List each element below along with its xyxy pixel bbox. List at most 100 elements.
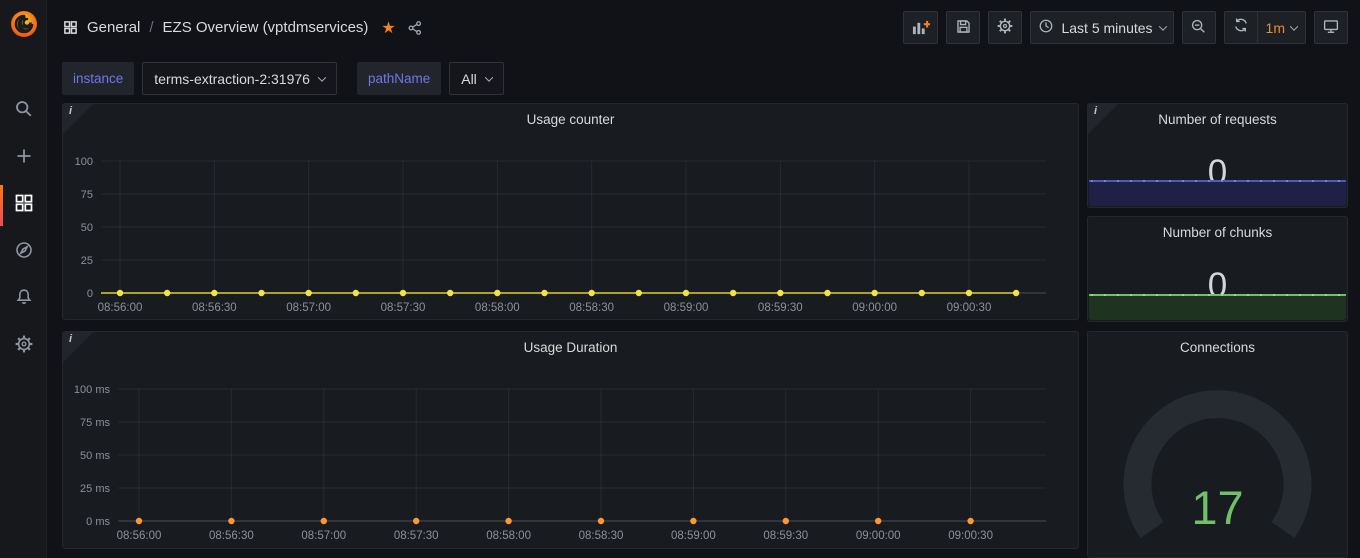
svg-text:08:57:00: 08:57:00 — [286, 302, 331, 314]
star-icon[interactable]: ★ — [381, 18, 395, 38]
refresh-interval-label: 1m — [1266, 20, 1285, 36]
info-icon: i — [69, 333, 72, 345]
plus-icon — [14, 146, 34, 171]
svg-text:08:56:00: 08:56:00 — [98, 302, 143, 314]
svg-text:08:57:30: 08:57:30 — [381, 302, 426, 314]
svg-text:100: 100 — [75, 156, 93, 168]
alerting-bell-icon — [14, 287, 34, 312]
template-variables-row: instance terms-extraction-2:31976 pathNa… — [62, 62, 504, 95]
grafana-app: General / EZS Overview (vptdmservices) ★ — [0, 0, 1360, 558]
variable-pathname-value: All — [461, 71, 477, 87]
time-range-label: Last 5 minutes — [1061, 20, 1152, 36]
svg-text:50: 50 — [81, 222, 93, 234]
search-icon — [14, 99, 34, 124]
panel-info-corner[interactable]: i — [63, 332, 93, 362]
svg-text:0 ms: 0 ms — [86, 516, 110, 528]
sidebar-item-dashboards[interactable] — [0, 182, 47, 229]
svg-text:25 ms: 25 ms — [80, 483, 110, 495]
stat-sparkline — [1089, 294, 1346, 320]
refresh-interval-dropdown[interactable]: 1m — [1257, 12, 1305, 43]
gauge-value: 17 — [1088, 480, 1347, 535]
svg-text:0: 0 — [87, 288, 93, 300]
panel-title[interactable]: Number of requests — [1088, 104, 1347, 134]
svg-text:08:58:30: 08:58:30 — [579, 530, 624, 542]
top-navbar: General / EZS Overview (vptdmservices) ★ — [47, 0, 1360, 55]
svg-text:08:59:30: 08:59:30 — [758, 302, 803, 314]
zoom-out-time-button[interactable] — [1182, 11, 1216, 44]
info-icon: i — [69, 105, 72, 117]
chevron-down-icon — [1158, 22, 1166, 30]
svg-text:08:56:00: 08:56:00 — [117, 530, 162, 542]
chevron-down-icon — [485, 73, 493, 81]
usage-counter-chart[interactable]: 0 25 50 75 100 08:56:00 08:56:30 08:57:00 08:57:… — [63, 104, 1078, 319]
refresh-button[interactable] — [1225, 12, 1257, 43]
svg-text:08:59:30: 08:59:30 — [763, 530, 808, 542]
grafana-logo-icon[interactable] — [0, 0, 47, 47]
sidebar-item-explore[interactable] — [0, 229, 47, 276]
svg-text:75: 75 — [81, 189, 93, 201]
breadcrumb-section[interactable]: General — [87, 19, 140, 36]
panel-title[interactable]: Connections — [1088, 332, 1347, 362]
cycle-view-mode-button[interactable] — [1314, 11, 1348, 44]
time-range-picker[interactable]: Last 5 minutes — [1030, 11, 1173, 44]
variable-pathname-dropdown[interactable]: All — [449, 62, 504, 95]
variable-pathname-label: pathName — [357, 62, 441, 95]
refresh-picker: 1m — [1224, 11, 1306, 44]
dashboards-icon — [14, 193, 34, 218]
panel-number-of-requests: i Number of requests 0 — [1087, 103, 1348, 208]
add-panel-button[interactable] — [903, 11, 938, 44]
variable-pathname: pathName All — [357, 62, 504, 95]
svg-text:09:00:00: 09:00:00 — [852, 302, 897, 314]
sidebar-item-configuration[interactable] — [0, 323, 47, 370]
share-icon[interactable] — [407, 20, 423, 36]
svg-text:09:00:00: 09:00:00 — [856, 530, 901, 542]
gear-icon — [996, 17, 1014, 38]
save-icon — [955, 18, 972, 38]
monitor-icon — [1322, 18, 1340, 38]
svg-text:08:57:30: 08:57:30 — [394, 530, 439, 542]
chevron-down-icon — [1290, 22, 1298, 30]
panel-connections: Connections 17 — [1087, 331, 1348, 558]
svg-text:09:00:30: 09:00:30 — [948, 530, 993, 542]
sidebar-item-search[interactable] — [0, 88, 47, 135]
sidebar-item-create[interactable] — [0, 135, 47, 182]
sidebar — [0, 0, 47, 558]
zoom-out-icon — [1190, 18, 1207, 38]
breadcrumb-dashboard-title[interactable]: EZS Overview (vptdmservices) — [163, 19, 369, 36]
breadcrumb-separator: / — [149, 19, 153, 36]
sidebar-item-alerting[interactable] — [0, 276, 47, 323]
variable-instance-dropdown[interactable]: terms-extraction-2:31976 — [142, 62, 337, 95]
stat-sparkline — [1089, 180, 1346, 206]
save-dashboard-button[interactable] — [946, 11, 980, 44]
breadcrumb: General / EZS Overview (vptdmservices) ★ — [63, 18, 423, 38]
variable-instance: instance terms-extraction-2:31976 — [62, 62, 337, 95]
sidebar-nav — [0, 88, 47, 370]
svg-text:08:58:00: 08:58:00 — [475, 302, 520, 314]
svg-text:08:59:00: 08:59:00 — [671, 530, 716, 542]
panel-usage-duration: i Usage Duration 0 ms25 ms50 ms75 ms100 … — [62, 331, 1079, 549]
dashboard-toolbar: Last 5 minutes — [903, 11, 1348, 44]
panel-title[interactable]: Usage Duration — [63, 332, 1078, 362]
dashboard-settings-button[interactable] — [988, 11, 1022, 44]
svg-text:08:56:30: 08:56:30 — [209, 530, 254, 542]
variable-instance-label: instance — [62, 62, 134, 95]
panel-title[interactable]: Number of chunks — [1088, 217, 1347, 247]
svg-text:25: 25 — [81, 255, 93, 267]
explore-compass-icon — [14, 240, 34, 265]
svg-text:08:57:00: 08:57:00 — [301, 530, 346, 542]
panel-title[interactable]: Usage counter — [63, 104, 1078, 134]
usage-duration-chart[interactable]: 0 ms25 ms50 ms75 ms100 ms08:56:0008:56:3… — [63, 332, 1078, 548]
svg-text:08:59:00: 08:59:00 — [664, 302, 709, 314]
dashboard-grid-icon — [63, 20, 78, 35]
svg-text:09:00:30: 09:00:30 — [947, 302, 992, 314]
refresh-icon — [1233, 17, 1249, 38]
panel-info-corner[interactable]: i — [1088, 104, 1118, 134]
svg-text:08:58:30: 08:58:30 — [569, 302, 614, 314]
svg-text:08:56:30: 08:56:30 — [192, 302, 237, 314]
svg-text:100 ms: 100 ms — [74, 384, 111, 396]
panel-usage-counter: i Usage counter 0 25 50 75 100 08:56:00 08:56:… — [62, 103, 1079, 320]
chevron-down-icon — [318, 73, 326, 81]
configuration-gear-icon — [14, 334, 34, 359]
panel-info-corner[interactable]: i — [63, 104, 93, 134]
svg-text:08:58:00: 08:58:00 — [486, 530, 531, 542]
